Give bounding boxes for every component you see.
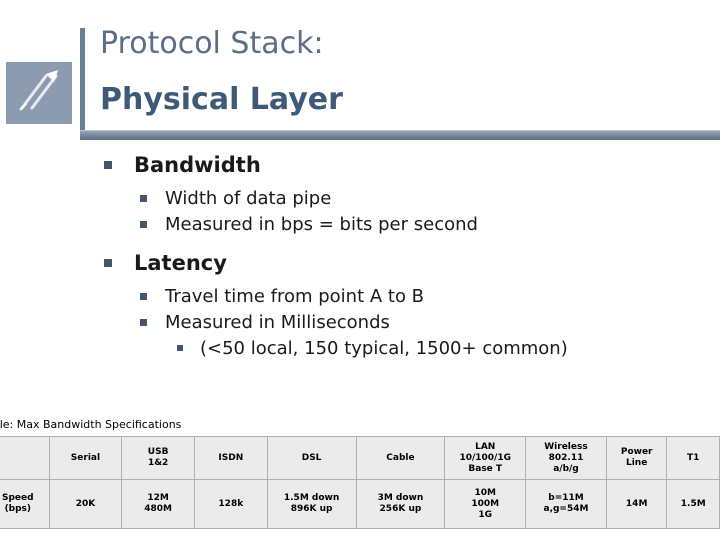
table-header-powerline: Power Line xyxy=(605,436,668,480)
title-divider xyxy=(80,130,720,140)
table-corner-cell xyxy=(0,436,50,480)
table-header-row: Serial USB 1&2 ISDN DSL Cable LAN 10/100/1… xyxy=(0,436,720,480)
square-bullet-icon xyxy=(104,259,112,267)
bullet-bandwidth: Bandwidth xyxy=(0,150,720,180)
table-header-usb: USB 1&2 xyxy=(121,436,195,480)
slide-body: Bandwidth Width of data pipe Measured in… xyxy=(0,150,720,362)
table-header-cable: Cable xyxy=(355,436,446,480)
square-bullet-icon xyxy=(140,293,147,300)
square-bullet-icon xyxy=(140,195,147,202)
table-caption: able: Max Bandwidth Specifications xyxy=(0,418,182,431)
bullet-latency-sub2-label: Measured in Milliseconds xyxy=(165,312,390,333)
slide-title-area: Protocol Stack: Physical Layer xyxy=(0,0,720,140)
table-cell-dsl: 1.5M down 896K up xyxy=(266,479,357,529)
bullet-latency: Latency xyxy=(0,248,720,278)
square-bullet-icon xyxy=(104,161,112,169)
table-cell-t1: 1.5M xyxy=(666,479,720,529)
bullet-bandwidth-sub1-label: Width of data pipe xyxy=(165,188,332,209)
table-header-wireless: Wireless 802.11 a/b/g xyxy=(525,436,607,480)
bullet-bandwidth-sub2-label: Measured in bps = bits per second xyxy=(165,214,478,235)
bullet-latency-sub1: Travel time from point A to B xyxy=(0,284,720,310)
bullet-latency-sub3: (<50 local, 150 typical, 1500+ common) xyxy=(0,336,720,362)
table-header-dsl: DSL xyxy=(266,436,357,480)
title-accent-bar xyxy=(80,28,85,140)
table-cell-powerline: 14M xyxy=(605,479,668,529)
table-cell-wireless: b=11M a,g=54M xyxy=(525,479,607,529)
square-bullet-icon xyxy=(140,221,147,228)
square-bullet-icon xyxy=(140,319,147,326)
table-cell-cable: 3M down 256K up xyxy=(355,479,446,529)
bullet-bandwidth-label: Bandwidth xyxy=(134,153,261,177)
table-cell-lan: 10M 100M 1G xyxy=(444,479,527,529)
table-cell-serial: 20K xyxy=(48,479,123,529)
bullet-latency-sub2: Measured in Milliseconds xyxy=(0,310,720,336)
bullet-bandwidth-sub2: Measured in bps = bits per second xyxy=(0,212,720,238)
table-cell-usb: 12M 480M xyxy=(121,479,195,529)
table-header-t1: T1 xyxy=(666,436,720,480)
bullet-latency-sub3-label: (<50 local, 150 typical, 1500+ common) xyxy=(200,338,568,359)
table-row: Speed (bps) 20K 12M 480M 128k 1.5M down 896… xyxy=(0,479,720,529)
table-header-serial: Serial xyxy=(48,436,123,480)
bandwidth-spec-table: Serial USB 1&2 ISDN DSL Cable LAN 10/100/1… xyxy=(0,436,720,529)
square-bullet-icon xyxy=(177,345,183,351)
logo-graphic xyxy=(6,62,72,124)
table-header-isdn: ISDN xyxy=(193,436,268,480)
table-header-lan: LAN 10/100/1G Base T xyxy=(444,436,527,480)
bullet-bandwidth-sub1: Width of data pipe xyxy=(0,186,720,212)
bullet-latency-sub1-label: Travel time from point A to B xyxy=(165,286,425,307)
page-title-line1: Protocol Stack: xyxy=(100,26,324,61)
bullet-latency-label: Latency xyxy=(134,251,227,275)
table-row-label: Speed (bps) xyxy=(0,479,50,529)
table-cell-isdn: 128k xyxy=(193,479,268,529)
page-title-line2: Physical Layer xyxy=(100,82,343,117)
